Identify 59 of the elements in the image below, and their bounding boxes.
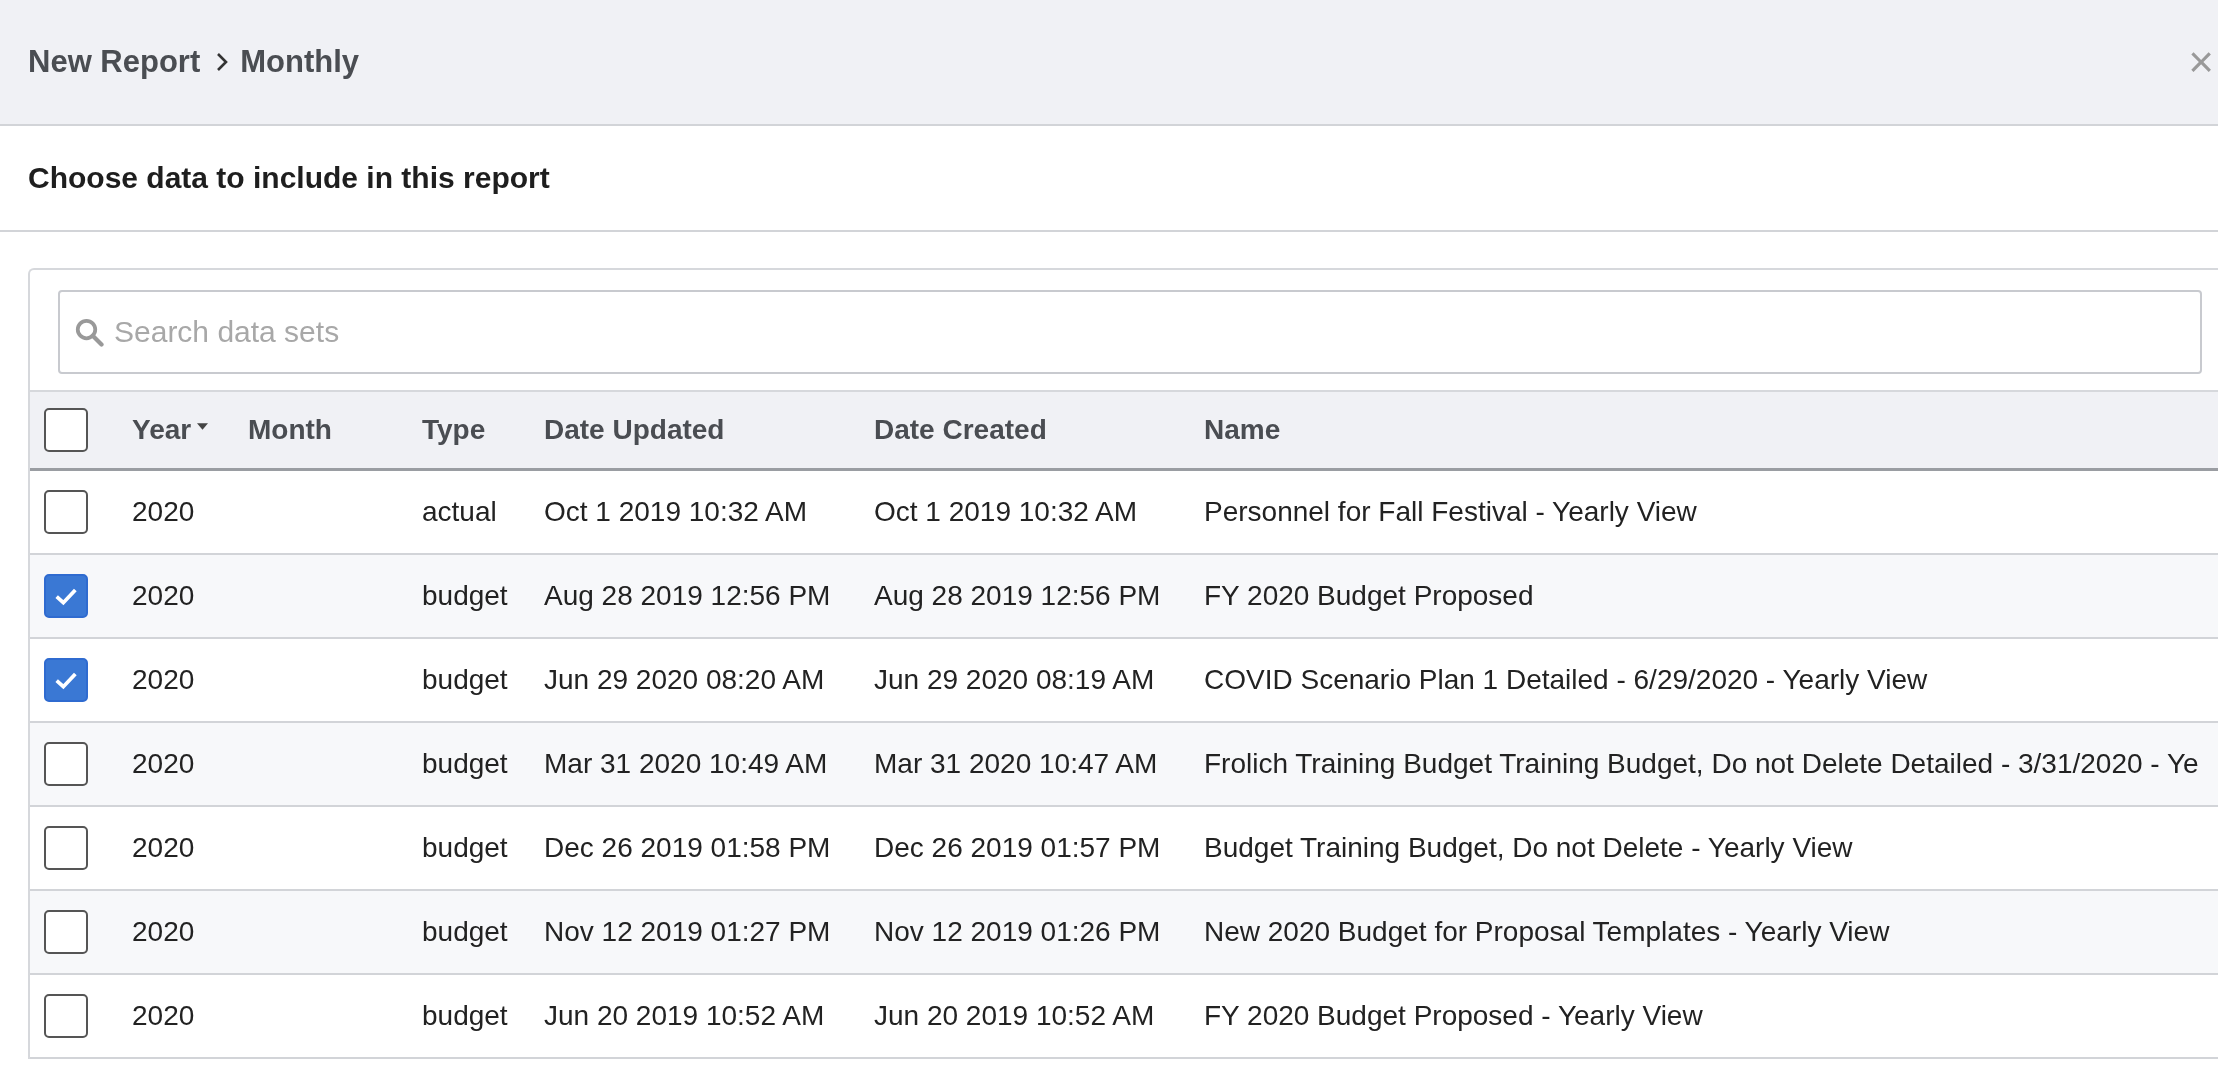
table-cell: Nov 12 2019 01:26 PM <box>874 916 1161 947</box>
table-cell: budget <box>422 832 508 863</box>
table-cell: actual <box>422 496 497 527</box>
table-cell: 2020 <box>132 916 195 947</box>
table-row[interactable]: 2020 budget Aug 28 2019 12:56 PM Aug 28 2019 12:56 PM FY 2020 Budget Proposed <box>30 555 2218 639</box>
row-checkbox[interactable] <box>44 490 88 534</box>
table-cell: 2020 <box>132 580 195 611</box>
select-all-checkbox[interactable] <box>44 408 88 452</box>
table-cell: Frolich Training Budget Training Budget, Do not Delete Detailed - 3/31/2020 - Ye <box>1204 748 2199 779</box>
table-cell: budget <box>422 916 508 947</box>
table-cell: Jun 29 2020 08:19 AM <box>874 664 1155 695</box>
breadcrumb-item[interactable]: New Report <box>28 44 201 80</box>
row-checkbox[interactable] <box>44 826 88 870</box>
table-cell: FY 2020 Budget Proposed - Yearly View <box>1204 1000 1703 1031</box>
row-checkbox[interactable] <box>44 574 88 618</box>
table-cell: Dec 26 2019 01:58 PM <box>544 832 831 863</box>
table-cell: budget <box>422 664 508 695</box>
column-header[interactable]: Date Created <box>874 414 1047 446</box>
table-cell: budget <box>422 1000 508 1031</box>
sort-caret-icon <box>197 422 209 430</box>
table-cell: 2020 <box>132 748 195 779</box>
table-cell: Mar 31 2020 10:47 AM <box>874 748 1158 779</box>
table-cell: COVID Scenario Plan 1 Detailed - 6/29/2020 - Yearly View <box>1204 664 1928 695</box>
column-header[interactable]: Year <box>132 414 209 446</box>
table-cell: Jun 20 2019 10:52 AM <box>874 1000 1155 1031</box>
table-cell: Oct 1 2019 10:32 AM <box>874 496 1138 527</box>
column-header[interactable]: Name <box>1204 414 1281 446</box>
table-cell: budget <box>422 748 508 779</box>
chevron-icon <box>216 52 229 72</box>
search-icon <box>74 317 104 347</box>
column-header[interactable]: Type <box>422 414 486 446</box>
row-checkbox[interactable] <box>44 910 88 954</box>
row-checkbox[interactable] <box>44 658 88 702</box>
table-cell: 2020 <box>132 1000 195 1031</box>
table-cell: Budget Training Budget, Do not Delete - Yearly View <box>1204 832 1853 863</box>
table-cell: 2020 <box>132 496 195 527</box>
table-row[interactable]: 2020 budget Mar 31 2020 10:49 AM Mar 31 2020 10:47 AM Frolich Training Budget Training Budget, Do not Delete Detailed - 3/31/2020 - Ye <box>30 723 2218 807</box>
table-row[interactable]: 2020 budget Nov 12 2019 01:27 PM Nov 12 2019 01:26 PM New 2020 Budget for Proposal Templates - Yearly View <box>30 891 2218 975</box>
table-cell: FY 2020 Budget Proposed <box>1204 580 1534 611</box>
search-field[interactable]: Search data sets <box>58 290 2202 374</box>
table-cell: Nov 12 2019 01:27 PM <box>544 916 831 947</box>
table-cell: Jun 29 2020 08:20 AM <box>544 664 825 695</box>
section-title: Choose data to include in this report <box>28 161 550 195</box>
column-header[interactable]: Date Updated <box>544 414 725 446</box>
table-cell: 2020 <box>132 664 195 695</box>
table-cell: Mar 31 2020 10:49 AM <box>544 748 828 779</box>
table-cell: budget <box>422 580 508 611</box>
row-checkbox[interactable] <box>44 994 88 1038</box>
table-cell: Jun 20 2019 10:52 AM <box>544 1000 825 1031</box>
table-cell: 2020 <box>132 832 195 863</box>
table-cell: Oct 1 2019 10:32 AM <box>544 496 808 527</box>
breadcrumb-item: Monthly <box>240 44 360 80</box>
row-checkbox[interactable] <box>44 742 88 786</box>
table-cell: Aug 28 2019 12:56 PM <box>544 580 831 611</box>
column-header[interactable]: Month <box>248 414 332 446</box>
table-cell: Dec 26 2019 01:57 PM <box>874 832 1161 863</box>
table-cell: Aug 28 2019 12:56 PM <box>874 580 1161 611</box>
table-cell: Personnel for Fall Festival - Yearly View <box>1204 496 1697 527</box>
table-cell: New 2020 Budget for Proposal Templates - Yearly View <box>1204 916 1890 947</box>
